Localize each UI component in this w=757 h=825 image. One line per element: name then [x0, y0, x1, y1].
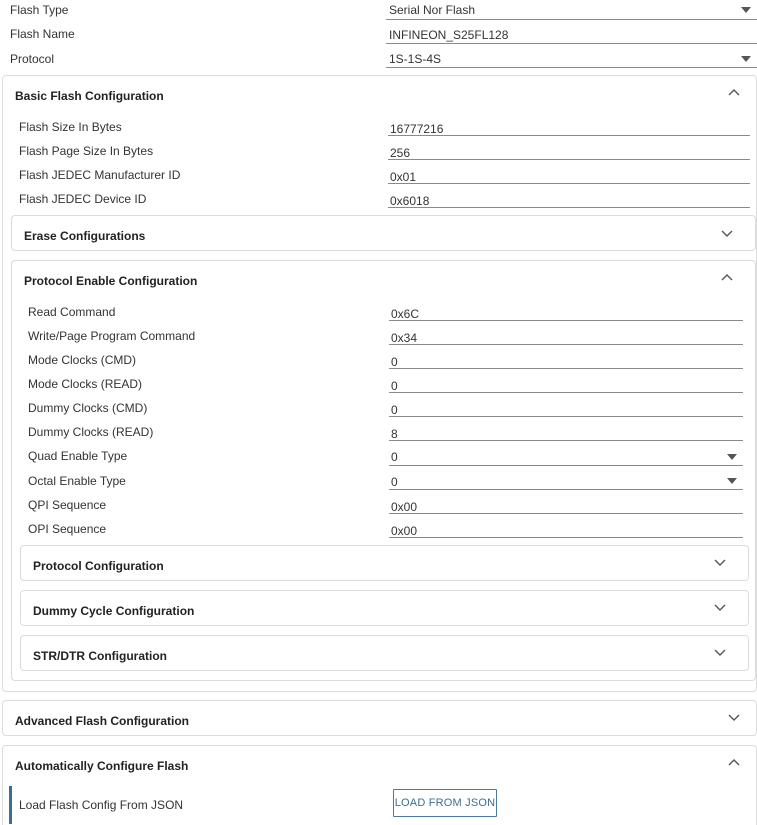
erase-config-title[interactable]: Erase Configurations: [24, 229, 145, 243]
quad-enable-type-label: Quad Enable Type: [28, 449, 128, 463]
flash-name-value: INFINEON_S25FL128: [389, 28, 509, 42]
read-command-label: Read Command: [28, 305, 116, 319]
octal-enable-type-value: 0: [391, 475, 398, 489]
chevron-down-icon[interactable]: [720, 228, 734, 238]
flash-page-size-value: 256: [390, 146, 411, 160]
flash-page-size-input[interactable]: 256: [388, 142, 750, 160]
advanced-flash-config-title[interactable]: Advanced Flash Configuration: [15, 714, 189, 728]
dummy-cycle-config-title[interactable]: Dummy Cycle Configuration: [33, 604, 194, 618]
jedec-device-input[interactable]: 0x6018: [388, 190, 750, 208]
auto-config-panel: [2, 745, 757, 825]
chevron-up-icon[interactable]: [727, 88, 741, 98]
dummy-clocks-cmd-label: Dummy Clocks (CMD): [28, 401, 148, 415]
dummy-clocks-read-label: Dummy Clocks (READ): [28, 425, 154, 439]
flash-size-label: Flash Size In Bytes: [19, 120, 122, 134]
opi-sequence-label: OPI Sequence: [28, 522, 107, 536]
accent-bar: [9, 786, 12, 824]
jedec-manufacturer-input[interactable]: 0x01: [388, 166, 750, 184]
dummy-clocks-cmd-input[interactable]: 0: [389, 399, 743, 417]
protocol-config-title[interactable]: Protocol Configuration: [33, 559, 164, 573]
protocol-label: Protocol: [10, 52, 55, 66]
str-dtr-config-title[interactable]: STR/DTR Configuration: [33, 649, 167, 663]
load-from-json-button[interactable]: LOAD FROM JSON: [393, 789, 497, 817]
flash-name-label: Flash Name: [10, 27, 75, 41]
qpi-sequence-input[interactable]: 0x00: [389, 496, 743, 514]
flash-type-select[interactable]: Serial Nor Flash: [386, 0, 757, 20]
mode-clocks-read-value: 0: [391, 379, 398, 393]
mode-clocks-cmd-value: 0: [391, 355, 398, 369]
flash-name-input[interactable]: INFINEON_S25FL128: [386, 24, 757, 44]
auto-config-title[interactable]: Automatically Configure Flash: [15, 759, 188, 773]
opi-sequence-value: 0x00: [391, 524, 418, 538]
quad-enable-type-select[interactable]: 0: [389, 446, 743, 466]
read-command-input[interactable]: 0x6C: [389, 303, 743, 321]
chevron-down-icon[interactable]: [713, 602, 727, 612]
caret-down-icon: [727, 478, 737, 484]
jedec-manufacturer-value: 0x01: [390, 170, 417, 184]
dummy-clocks-read-input[interactable]: 8: [389, 423, 743, 441]
opi-sequence-input[interactable]: 0x00: [389, 520, 743, 538]
jedec-manufacturer-label: Flash JEDEC Manufacturer ID: [19, 168, 181, 182]
jedec-device-label: Flash JEDEC Device ID: [19, 192, 147, 206]
protocol-value: 1S-1S-4S: [389, 52, 442, 66]
chevron-up-icon[interactable]: [727, 758, 741, 768]
write-command-value: 0x34: [391, 331, 418, 345]
chevron-up-icon[interactable]: [720, 273, 734, 283]
mode-clocks-cmd-label: Mode Clocks (CMD): [28, 353, 137, 367]
octal-enable-type-select[interactable]: 0: [389, 470, 743, 490]
flash-size-input[interactable]: 16777216: [388, 118, 750, 136]
basic-flash-config-title[interactable]: Basic Flash Configuration: [15, 89, 164, 103]
mode-clocks-read-input[interactable]: 0: [389, 375, 743, 393]
flash-page-size-label: Flash Page Size In Bytes: [19, 144, 154, 158]
chevron-down-icon[interactable]: [713, 557, 727, 567]
read-command-value: 0x6C: [391, 307, 420, 321]
jedec-device-value: 0x6018: [390, 194, 430, 208]
write-command-input[interactable]: 0x34: [389, 327, 743, 345]
flash-size-value: 16777216: [390, 122, 444, 136]
qpi-sequence-value: 0x00: [391, 500, 418, 514]
protocol-select[interactable]: 1S-1S-4S: [386, 48, 757, 68]
dummy-clocks-cmd-value: 0: [391, 403, 398, 417]
write-command-label: Write/Page Program Command: [28, 329, 196, 343]
flash-type-value: Serial Nor Flash: [389, 3, 476, 17]
chevron-down-icon[interactable]: [713, 647, 727, 657]
flash-type-label: Flash Type: [10, 3, 69, 17]
caret-down-icon: [741, 7, 751, 13]
octal-enable-type-label: Octal Enable Type: [28, 474, 126, 488]
quad-enable-type-value: 0: [391, 450, 398, 464]
protocol-enable-title[interactable]: Protocol Enable Configuration: [24, 274, 197, 288]
caret-down-icon: [741, 56, 751, 62]
chevron-down-icon[interactable]: [727, 712, 741, 722]
mode-clocks-read-label: Mode Clocks (READ): [28, 377, 143, 391]
qpi-sequence-label: QPI Sequence: [28, 498, 107, 512]
load-config-label: Load Flash Config From JSON: [19, 798, 184, 812]
dummy-clocks-read-value: 8: [391, 427, 398, 441]
mode-clocks-cmd-input[interactable]: 0: [389, 351, 743, 369]
caret-down-icon: [727, 454, 737, 460]
